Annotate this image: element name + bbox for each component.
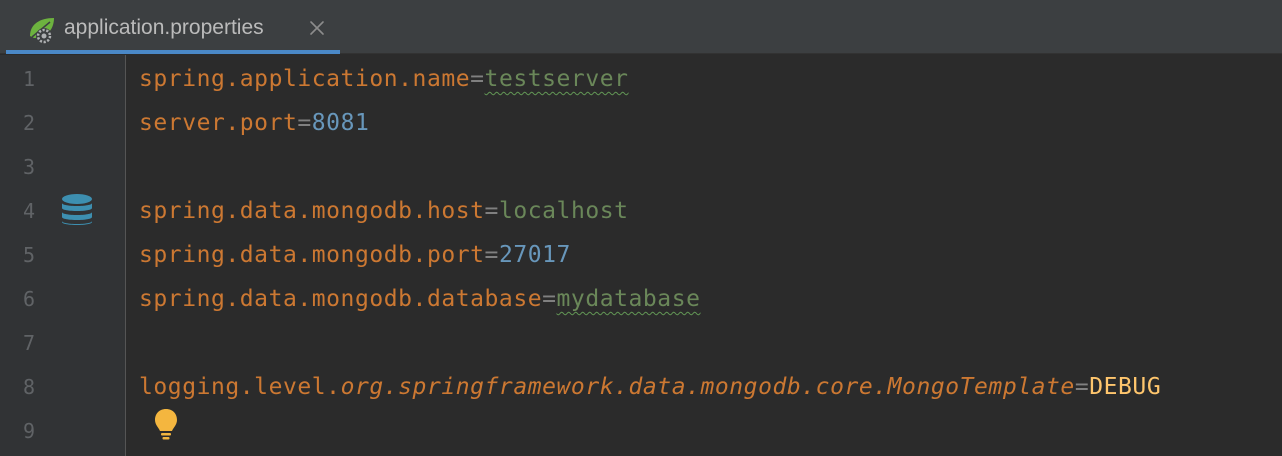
code-line-5: spring.data.mongodb.port=27017 xyxy=(139,240,571,270)
code-line-1: spring.application.name=testserver xyxy=(139,64,629,94)
code-line-2: server.port=8081 xyxy=(139,108,369,138)
code-line-8: logging.level.org.springframework.data.m… xyxy=(139,372,1161,402)
line-number: 3 xyxy=(22,155,36,179)
property-separator: = xyxy=(484,242,499,268)
line-number: 2 xyxy=(22,111,36,135)
line-number: 1 xyxy=(22,67,36,91)
property-separator: = xyxy=(542,286,557,312)
property-value: mydatabase xyxy=(556,286,701,312)
line-number: 6 xyxy=(22,287,36,311)
property-key: server.port xyxy=(139,110,298,136)
line-number: 9 xyxy=(22,419,36,443)
property-key: spring.application.name xyxy=(139,66,471,92)
property-key-prefix: logging.level. xyxy=(139,374,341,400)
line-number-gutter[interactable]: 1 2 3 4 5 6 7 8 9 xyxy=(0,55,126,456)
editor-tab-bar: application.properties xyxy=(0,0,1282,54)
code-line-4: spring.data.mongodb.host=localhost xyxy=(139,196,629,226)
database-icon[interactable] xyxy=(58,192,96,228)
line-number: 7 xyxy=(22,331,36,355)
property-value: localhost xyxy=(498,198,629,224)
line-number: 5 xyxy=(22,243,36,267)
property-separator: = xyxy=(484,198,499,224)
active-tab-indicator xyxy=(6,50,340,54)
tab-label: application.properties xyxy=(64,16,264,39)
line-number: 8 xyxy=(22,375,36,399)
close-icon[interactable] xyxy=(304,15,330,41)
property-key-class: org.springframework.data.mongodb.core.Mo… xyxy=(340,374,1075,400)
spring-leaf-settings-icon xyxy=(30,18,54,44)
property-value: testserver xyxy=(484,66,629,92)
property-value: 8081 xyxy=(311,110,370,136)
property-key: spring.data.mongodb.database xyxy=(139,286,543,312)
code-line-6: spring.data.mongodb.database=mydatabase xyxy=(139,284,701,314)
property-key: spring.data.mongodb.port xyxy=(139,242,485,268)
code-editor[interactable]: spring.application.name=testserver serve… xyxy=(127,55,1282,456)
property-key: spring.data.mongodb.host xyxy=(139,198,485,224)
property-separator: = xyxy=(470,66,485,92)
property-value: 27017 xyxy=(498,242,571,268)
editor-window: application.properties 1 2 3 4 5 6 7 8 9… xyxy=(0,0,1282,456)
property-separator: = xyxy=(1074,374,1090,400)
tab-application-properties[interactable]: application.properties xyxy=(6,0,340,54)
lightbulb-icon[interactable] xyxy=(153,407,179,441)
property-separator: = xyxy=(297,110,312,136)
line-number: 4 xyxy=(22,199,36,223)
property-value: DEBUG xyxy=(1089,374,1162,400)
